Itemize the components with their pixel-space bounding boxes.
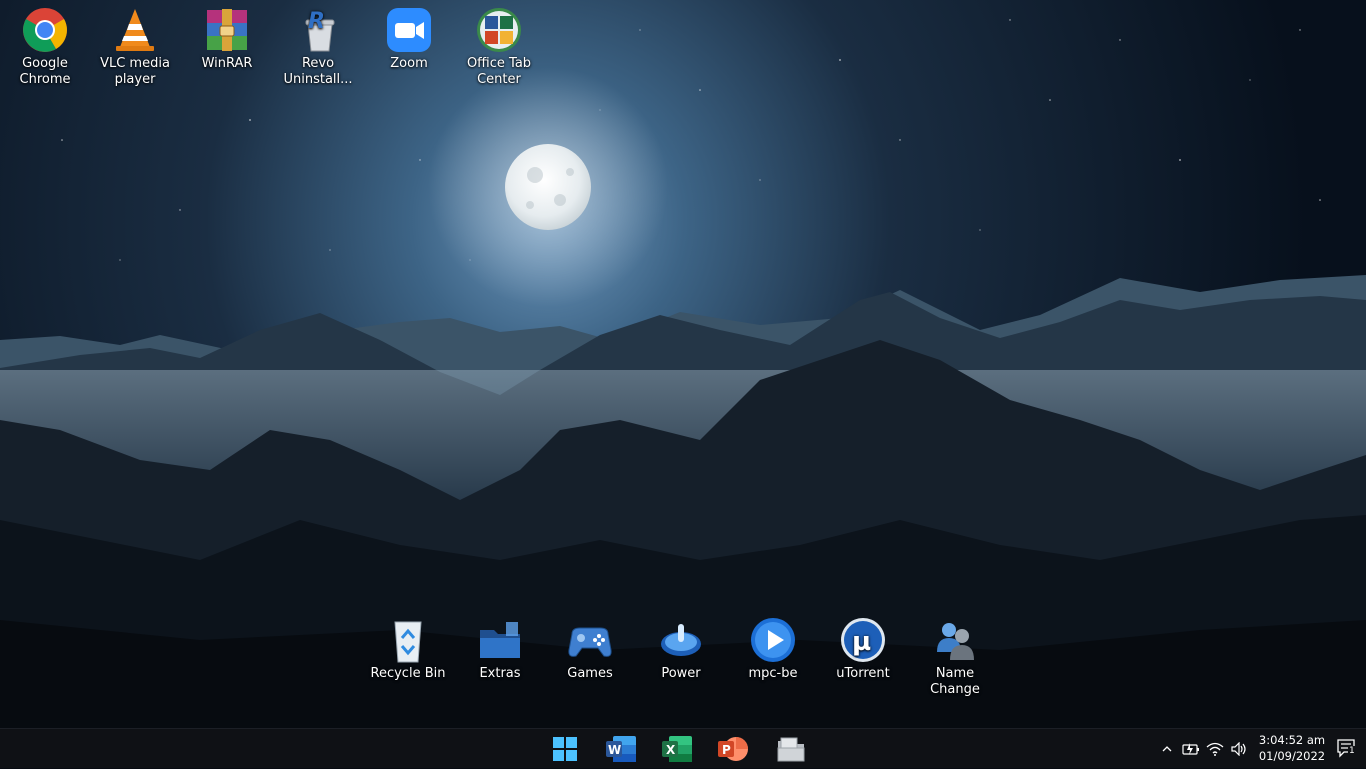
desktop-icon-utorrent[interactable]: µ uTorrent xyxy=(818,616,908,682)
desktop-icon-label: Games xyxy=(567,666,613,681)
svg-text:P: P xyxy=(722,743,731,757)
play-icon xyxy=(749,616,797,664)
svg-text:X: X xyxy=(666,743,676,757)
desktop-icon-label: VLC media player xyxy=(100,56,170,87)
svg-text:W: W xyxy=(608,743,621,757)
taskbar-file-explorer-button[interactable] xyxy=(773,732,809,766)
notification-center-button[interactable]: 1 xyxy=(1336,737,1362,761)
office-tab-center-icon xyxy=(475,6,523,54)
chrome-icon xyxy=(21,6,69,54)
zoom-icon xyxy=(385,6,433,54)
desktop-icon-extras[interactable]: Extras xyxy=(455,616,545,682)
desktop-icon-label: Office Tab Center xyxy=(466,56,532,87)
desktop-icon-label: Google Chrome xyxy=(19,56,71,87)
file-explorer-icon xyxy=(777,737,805,762)
folder-icon xyxy=(476,616,524,664)
desktop-icon-label: Extras xyxy=(479,666,521,681)
battery-tray-button[interactable] xyxy=(1179,729,1203,769)
users-icon xyxy=(931,616,979,664)
desktop-icon-recycle-bin[interactable]: Recycle Bin xyxy=(363,616,453,682)
utorrent-icon: µ xyxy=(839,616,887,664)
notification-count-badge: 1 xyxy=(1348,746,1356,756)
desktop-icon-google-chrome[interactable]: Google Chrome xyxy=(0,6,90,88)
taskbar: W X P 3:04:52 am 01/09/2022 1 xyxy=(0,728,1366,768)
powerpoint-icon: P xyxy=(718,737,748,761)
battery-charging-icon xyxy=(1182,743,1199,755)
chevron-up-icon xyxy=(1162,746,1172,752)
excel-icon: X xyxy=(662,736,692,762)
gamepad-icon xyxy=(566,616,614,664)
moon xyxy=(505,144,591,230)
svg-text:µ: µ xyxy=(852,627,871,657)
vlc-icon xyxy=(111,6,159,54)
volume-tray-button[interactable] xyxy=(1227,729,1251,769)
desktop-icon-vlc[interactable]: VLC media player xyxy=(90,6,180,88)
clock-date: 01/09/2022 xyxy=(1258,749,1326,763)
system-tray xyxy=(1155,729,1251,769)
desktop-icon-label: WinRAR xyxy=(201,56,253,71)
desktop-icon-label: Name Change xyxy=(930,666,980,697)
desktop-icon-label: mpc-be xyxy=(748,666,798,681)
winrar-icon xyxy=(203,6,251,54)
wifi-icon xyxy=(1206,742,1224,756)
revo-uninstaller-icon: R xyxy=(294,6,342,54)
desktop-icon-label: Power xyxy=(661,666,701,681)
desktop-icon-label: Recycle Bin xyxy=(370,666,446,681)
desktop-icon-mpc-be[interactable]: mpc-be xyxy=(728,616,818,682)
windows-start-icon xyxy=(553,737,577,761)
desktop-icon-label: Revo Uninstall... xyxy=(283,56,353,87)
svg-text:R: R xyxy=(308,9,325,34)
desktop-icon-zoom[interactable]: Zoom xyxy=(364,6,454,72)
recycle-bin-icon xyxy=(384,616,432,664)
show-hidden-icons-button[interactable] xyxy=(1155,729,1179,769)
taskbar-word-button[interactable]: W xyxy=(603,732,639,766)
wifi-tray-button[interactable] xyxy=(1203,729,1227,769)
desktop-icon-games[interactable]: Games xyxy=(545,616,635,682)
desktop-icon-label: Zoom xyxy=(390,56,428,71)
desktop-icon-revo-uninstaller[interactable]: R Revo Uninstall... xyxy=(273,6,363,88)
clock-time: 3:04:52 am xyxy=(1258,733,1326,747)
volume-icon xyxy=(1231,742,1246,756)
desktop-icon-label: uTorrent xyxy=(836,666,890,681)
taskbar-powerpoint-button[interactable]: P xyxy=(715,732,751,766)
desktop-icon-winrar[interactable]: WinRAR xyxy=(182,6,272,72)
taskbar-excel-button[interactable]: X xyxy=(659,732,695,766)
desktop-icon-name-change[interactable]: Name Change xyxy=(910,616,1000,698)
power-icon xyxy=(657,616,705,664)
word-icon: W xyxy=(606,736,636,762)
taskbar-clock[interactable]: 3:04:52 am 01/09/2022 xyxy=(1252,732,1332,766)
taskbar-start-button[interactable] xyxy=(547,732,583,766)
desktop-icon-office-tab-center[interactable]: Office Tab Center xyxy=(454,6,544,88)
desktop-icon-power[interactable]: Power xyxy=(636,616,726,682)
